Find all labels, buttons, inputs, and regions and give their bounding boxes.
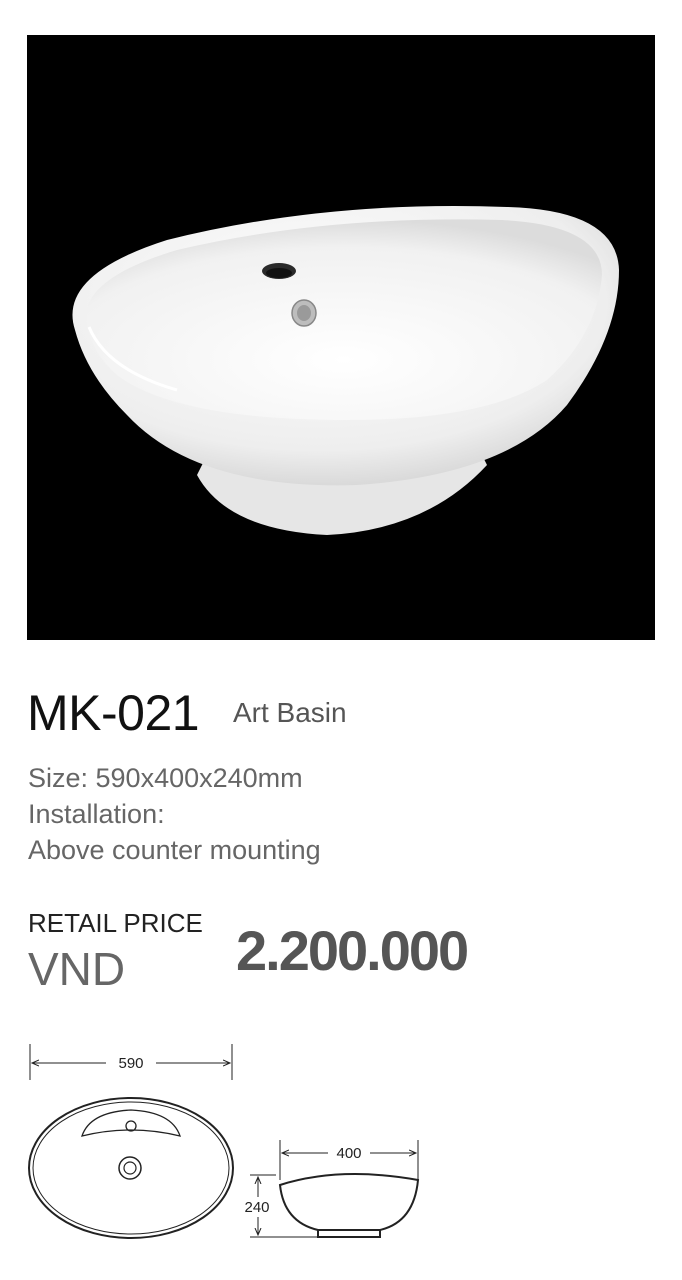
model-number: MK-021 [27, 685, 200, 741]
side-view-drawing: 400 240 [244, 1140, 420, 1238]
product-type: Art Basin [233, 697, 347, 728]
retail-price-label: RETAIL PRICE [28, 908, 203, 938]
installation-label: Installation: [28, 799, 165, 829]
top-view-drawing: 590 [28, 1044, 234, 1239]
product-photo [27, 35, 655, 640]
side-height-label: 240 [244, 1199, 269, 1216]
installation-value: Above counter mounting [28, 835, 321, 865]
currency-label: VND [28, 943, 126, 995]
price-amount: 2.200.000 [236, 919, 469, 982]
top-width-label: 590 [118, 1055, 143, 1072]
technical-drawing: 590 400 240 [28, 1044, 420, 1239]
side-width-label: 400 [336, 1145, 361, 1162]
basin-image [72, 205, 619, 535]
size-spec: Size: 590x400x240mm [28, 763, 303, 793]
